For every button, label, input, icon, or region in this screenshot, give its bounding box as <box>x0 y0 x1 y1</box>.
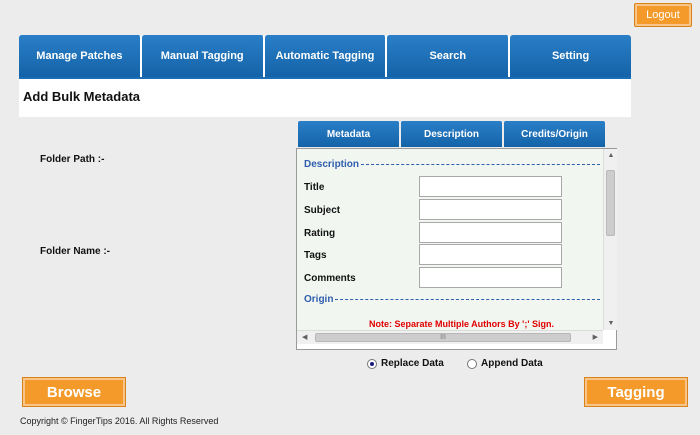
tab-search[interactable]: Search <box>387 35 511 77</box>
metadata-panel-content: Description Title Subject Rating Tags Co… <box>297 149 603 330</box>
copyright-footer: Copyright © FingerTips 2016. All Rights … <box>20 416 219 426</box>
logout-button[interactable]: Logout <box>634 3 692 27</box>
scroll-up-icon[interactable]: ▲ <box>606 152 616 159</box>
description-heading-text: Description <box>304 159 360 170</box>
horizontal-scroll-thumb[interactable]: III <box>315 333 571 342</box>
tab-automatic-tagging[interactable]: Automatic Tagging <box>264 35 388 77</box>
origin-section-heading: Origin <box>304 294 600 305</box>
page-title: Add Bulk Metadata <box>23 89 141 104</box>
scroll-grip-icon: III <box>440 334 446 341</box>
rating-input[interactable] <box>419 222 562 243</box>
page-header: Add Bulk Metadata <box>19 77 631 117</box>
subject-input[interactable] <box>419 199 562 220</box>
comments-input[interactable] <box>419 267 562 288</box>
subject-label: Subject <box>304 205 341 216</box>
title-input[interactable] <box>419 176 562 197</box>
folder-name-label: Folder Name :- <box>40 246 111 257</box>
scroll-right-icon[interactable]: ▶ <box>593 333 598 341</box>
scroll-left-icon[interactable]: ◀ <box>302 333 307 341</box>
main-nav: Manage Patches Manual Tagging Automatic … <box>19 35 631 77</box>
vertical-scroll-thumb[interactable] <box>606 170 615 236</box>
authors-note: Note: Separate Multiple Authors By ';' S… <box>369 319 554 329</box>
tab-setting[interactable]: Setting <box>510 35 631 77</box>
vertical-scrollbar[interactable]: ▲ ▼ <box>603 149 617 330</box>
scroll-down-icon[interactable]: ▼ <box>606 320 616 327</box>
description-divider <box>361 164 600 165</box>
folder-path-label: Folder Path :- <box>40 154 105 165</box>
tab-description[interactable]: Description <box>401 121 502 147</box>
append-data-option[interactable]: Append Data <box>467 358 543 369</box>
replace-data-radio[interactable] <box>367 358 377 369</box>
origin-heading-text: Origin <box>304 294 334 305</box>
title-label: Title <box>304 182 325 193</box>
metadata-tabs: Metadata Description Credits/Origin <box>298 121 605 147</box>
append-data-label: Append Data <box>481 358 543 369</box>
metadata-panel: Description Title Subject Rating Tags Co… <box>296 148 617 350</box>
replace-data-label: Replace Data <box>381 358 444 369</box>
radio-selected-dot <box>370 361 374 366</box>
horizontal-scrollbar[interactable]: ◀ III ▶ <box>297 330 603 344</box>
tags-label: Tags <box>304 250 327 261</box>
comments-label: Comments <box>304 273 356 284</box>
description-section-heading: Description <box>304 159 600 170</box>
tags-input[interactable] <box>419 244 562 265</box>
tab-manage-patches[interactable]: Manage Patches <box>19 35 142 77</box>
append-data-radio[interactable] <box>467 358 477 369</box>
replace-data-option[interactable]: Replace Data <box>367 358 444 369</box>
tab-metadata[interactable]: Metadata <box>298 121 399 147</box>
tab-manual-tagging[interactable]: Manual Tagging <box>141 35 265 77</box>
browse-button[interactable]: Browse <box>22 377 126 407</box>
tagging-button[interactable]: Tagging <box>584 377 688 407</box>
tab-credits-origin[interactable]: Credits/Origin <box>504 121 605 147</box>
origin-divider <box>335 299 600 300</box>
rating-label: Rating <box>304 228 336 239</box>
